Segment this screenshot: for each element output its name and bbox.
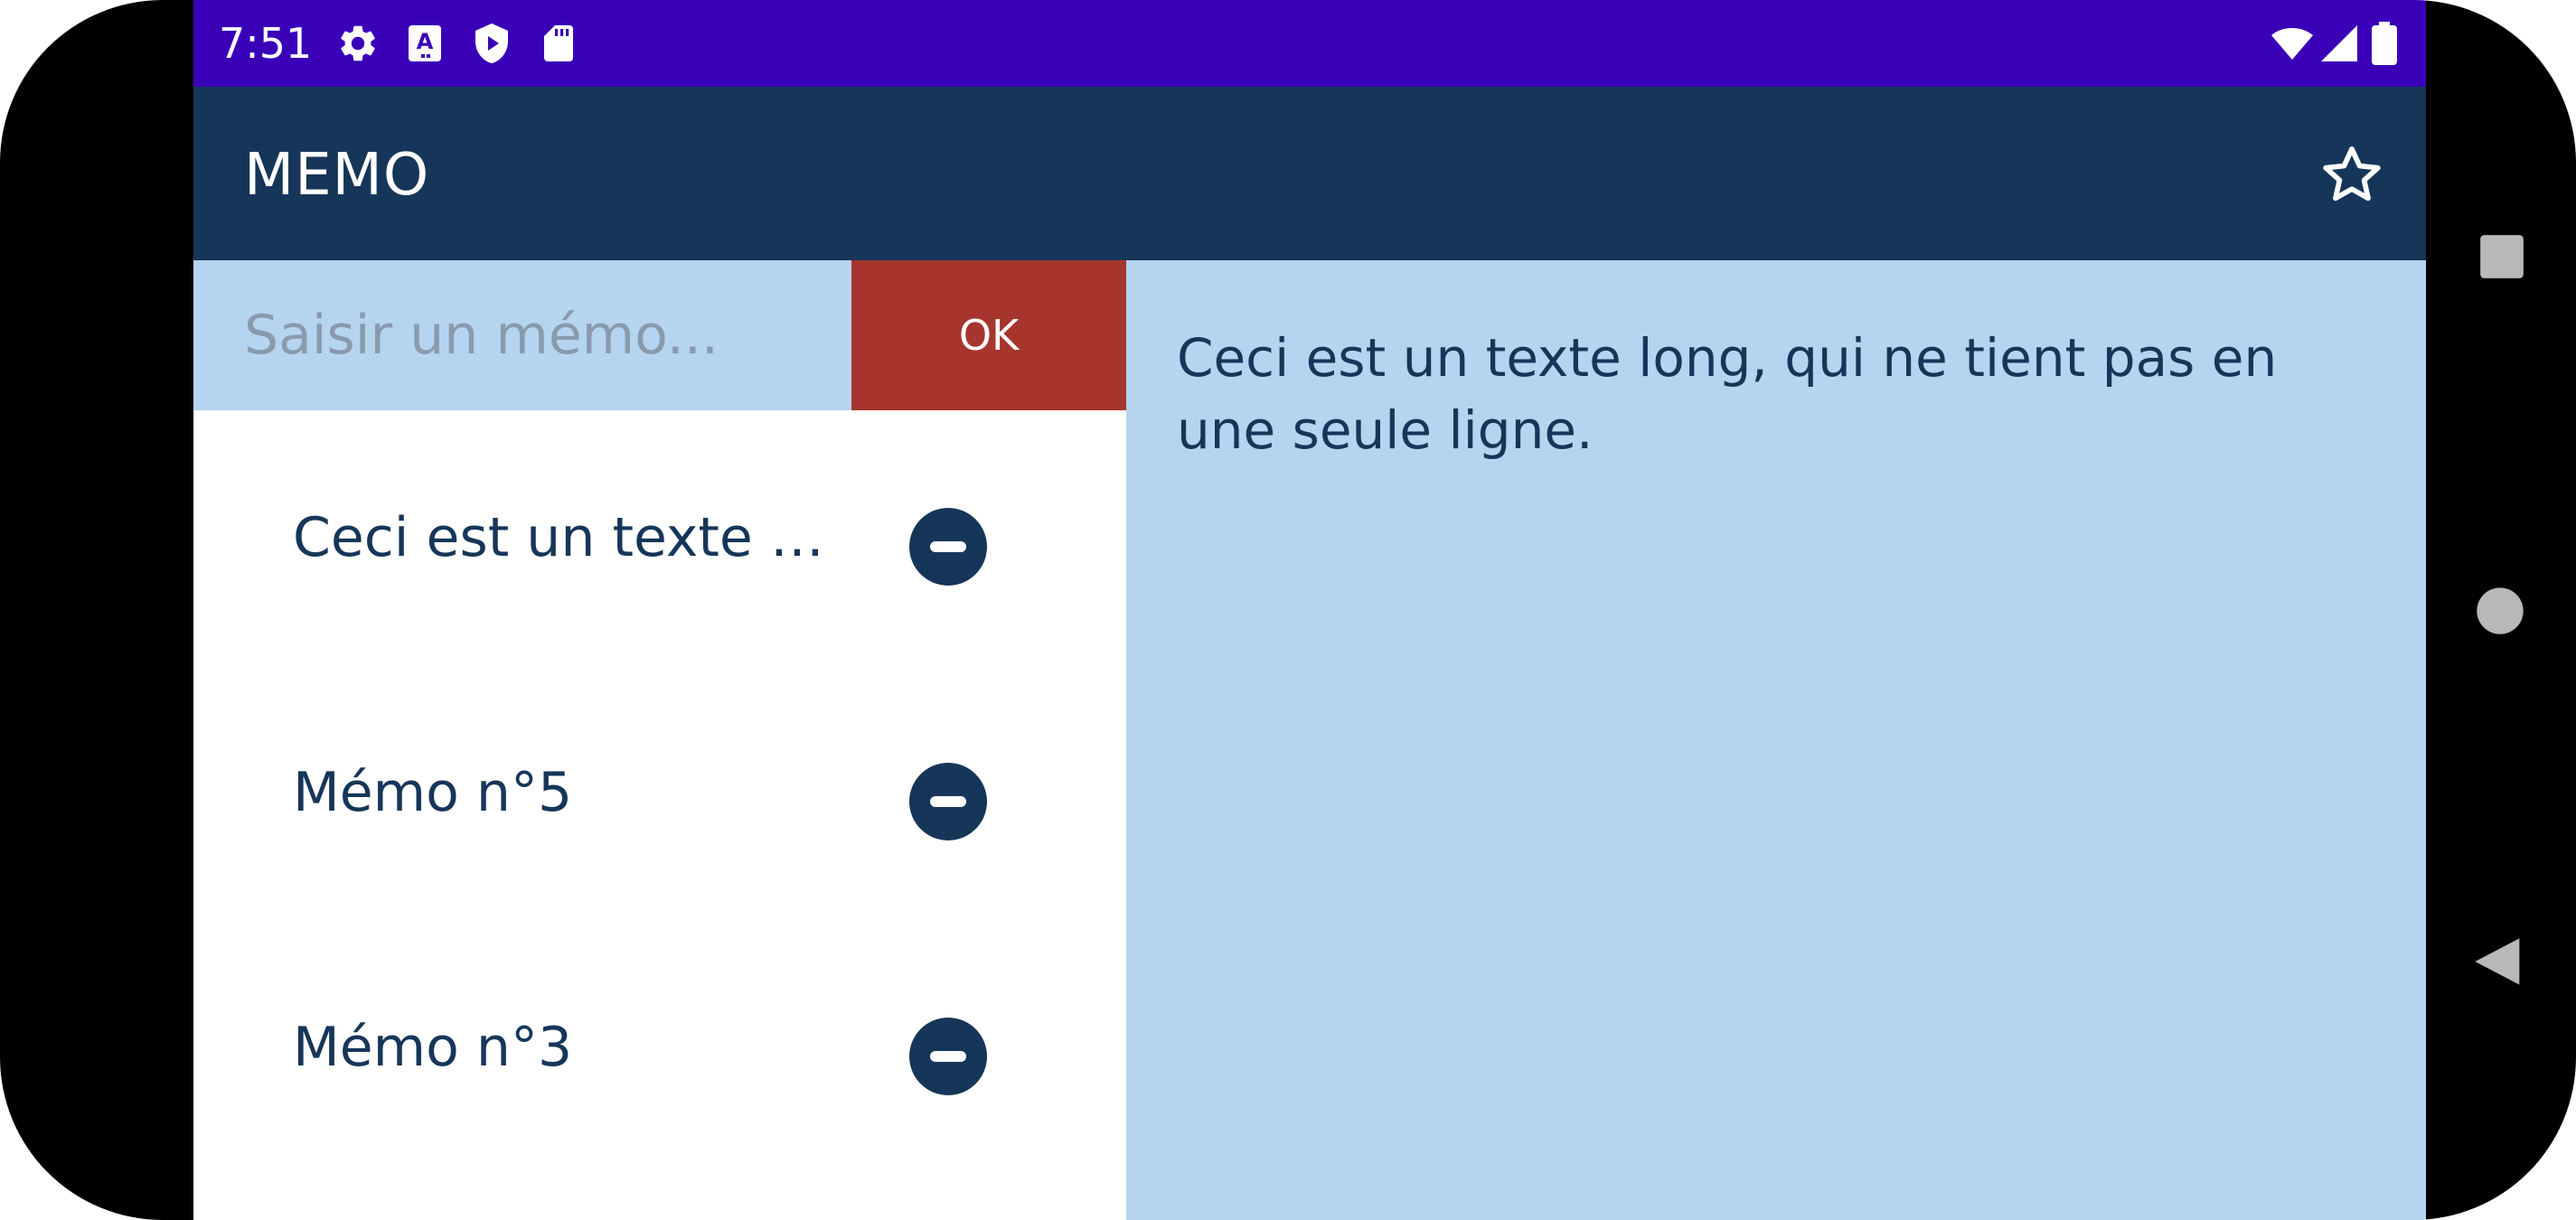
settings-icon (341, 25, 375, 61)
remove-circle-icon[interactable] (909, 508, 987, 586)
app-title: MEMO (244, 142, 430, 209)
star-outline-icon[interactable] (2317, 141, 2386, 210)
battery-icon (2372, 22, 2397, 65)
shield-play-icon (475, 23, 508, 63)
memo-detail-text: Ceci est un texte long, qui ne tient pas… (1177, 327, 2278, 461)
memo-list-item[interactable]: Ceci est un texte long, qui ne tient pas… (193, 410, 1126, 665)
ok-button[interactable]: OK (851, 260, 1126, 410)
wifi-icon (2271, 28, 2313, 60)
svg-text:A: A (417, 29, 434, 54)
remove-circle-icon[interactable] (909, 763, 987, 840)
app-screen: 7:51 A MEMO Saisir un mémo... OK Ceci es… (193, 0, 2426, 1220)
phone-frame: 7:51 A MEMO Saisir un mémo... OK Ceci es… (0, 0, 2576, 1220)
memo-list-item[interactable]: Mémo n°5 (193, 665, 1126, 920)
status-bar: 7:51 A (193, 0, 2426, 87)
back-triangle-icon[interactable] (2473, 936, 2524, 987)
memo-input[interactable] (193, 260, 851, 410)
text-a-icon: A (409, 25, 441, 61)
recents-square-icon[interactable] (2478, 233, 2525, 280)
status-time: 7:51 (219, 19, 313, 68)
minus-glyph (930, 541, 966, 552)
app-bar: MEMO (193, 87, 2426, 260)
memo-item-label: Ceci est un texte long, qui ne tient pas… (293, 506, 835, 569)
memo-item-label: Mémo n°3 (293, 1016, 573, 1079)
signal-icon (2321, 25, 2357, 61)
minus-glyph (930, 1051, 966, 1062)
memo-detail-pane: Ceci est un texte long, qui ne tient pas… (1126, 260, 2426, 1220)
memo-list-item[interactable]: Mémo n°3 (193, 920, 1126, 1175)
remove-circle-icon[interactable] (909, 1018, 987, 1095)
memo-item-label: Mémo n°5 (293, 761, 573, 824)
sd-card-icon (544, 25, 573, 61)
memo-input-row: OK (193, 260, 1126, 410)
minus-glyph (930, 796, 966, 807)
memo-list-pane: OK Ceci est un texte long, qui ne tient … (193, 260, 1126, 1220)
home-circle-icon[interactable] (2475, 586, 2525, 636)
